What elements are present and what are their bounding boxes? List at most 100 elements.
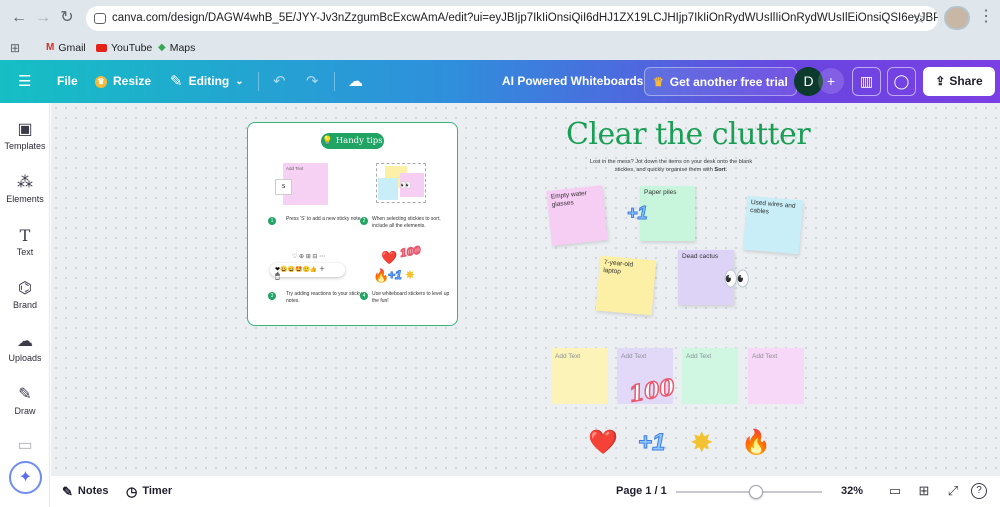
brand-icon: ⌬ (18, 280, 32, 297)
blank-sticky-note[interactable]: Add Text (682, 348, 738, 404)
sticker-100-icon: 100 (398, 245, 422, 261)
sidebar-item-elements[interactable]: ⁂ Elements (0, 172, 50, 204)
add-collaborator-icon[interactable]: + (818, 68, 844, 94)
board-headline[interactable]: Clear the clutter (566, 117, 811, 152)
sidebar-item-draw[interactable]: ✎ Draw (0, 384, 50, 416)
page-view-icon[interactable]: ▭ (886, 482, 904, 500)
tip-text: Use whiteboard stickers to level up the … (372, 291, 450, 304)
tip-text: Try adding reactions to your sticky note… (286, 291, 362, 304)
divider (334, 72, 335, 91)
chevron-down-icon: ⌄ (235, 76, 244, 87)
reload-icon[interactable]: ↻ (56, 7, 78, 29)
fire-sticker-icon: 🔥 (373, 268, 390, 283)
resize-button[interactable]: ♛ Resize (95, 60, 151, 103)
address-bar[interactable]: canva.com/design/DAGW4whB_5E/JYY-Jv3nZzg… (86, 6, 938, 31)
googly-eyes-icon[interactable]: 👀 (723, 266, 750, 292)
zoom-slider-handle[interactable] (749, 485, 764, 499)
sticky-note[interactable]: Paper piles (640, 186, 695, 241)
forward-icon[interactable]: → (32, 7, 54, 29)
sidebar-item-projects[interactable]: ▭ (0, 435, 50, 457)
sticky-note[interactable]: Empty water glasses (546, 185, 608, 246)
heart-sticker-icon[interactable]: ❤️ (588, 431, 618, 455)
bookmarks-bar: ⊞ M Gmail YouTube ◆ Maps (0, 36, 1000, 60)
tip-number: 4 (360, 292, 368, 300)
comment-icon[interactable]: ◯ (887, 67, 916, 96)
handy-tips-card[interactable]: 💡 Handy tips Add Text S 👀 1 Press 'S' to… (247, 122, 458, 326)
elements-icon: ⁂ (17, 174, 33, 191)
undo-icon[interactable]: ↶ (273, 60, 286, 103)
timer-button[interactable]: ◷ Timer (126, 476, 172, 507)
star-sticker-icon[interactable]: ✸ (690, 429, 713, 457)
heart-sticker-icon: ❤️ (381, 250, 398, 265)
share-button[interactable]: ⇪ Share (923, 67, 995, 96)
plus-one-sticker-icon[interactable]: +1 (637, 429, 665, 457)
uploads-icon: ☁ (17, 333, 33, 350)
editing-mode-button[interactable]: ✎ Editing ⌄ (170, 60, 244, 103)
site-info-icon[interactable] (94, 13, 106, 24)
sidebar-item-templates[interactable]: ▣ Templates (0, 119, 50, 151)
reaction-toolbar-icons: ♡ ⊕ ⊞ ⊟ ⋯ (292, 254, 326, 260)
bookmark-gmail[interactable]: M Gmail (46, 40, 86, 56)
tip-number: 2 (360, 217, 368, 225)
crown-icon: ♛ (653, 75, 664, 89)
tip-sticky-blue (378, 178, 398, 200)
draw-icon: ✎ (18, 386, 32, 403)
zoom-percentage[interactable]: 32% (841, 476, 863, 507)
divider (258, 72, 259, 91)
key-s-icon: S (275, 179, 292, 195)
sticky-note[interactable]: 7-year-old laptop (595, 255, 657, 316)
apps-grid-icon[interactable]: ⊞ (10, 40, 20, 56)
tip-text: Press 'S' to add a new sticky note. (286, 216, 362, 222)
sidebar-item-uploads[interactable]: ☁ Uploads (0, 331, 50, 363)
help-icon[interactable]: ? (971, 483, 987, 499)
blank-sticky-note[interactable]: Add Text (551, 348, 607, 404)
maps-icon: ◆ (158, 42, 166, 53)
star-sticker-icon: ✸ (405, 268, 416, 282)
page-indicator[interactable]: Page 1 / 1 (616, 476, 667, 507)
sticky-note[interactable]: Used wires and cables (742, 195, 804, 255)
left-sidebar: ▣ Templates ⁂ Elements T Text ⌬ Brand ☁ Uploa… (0, 103, 50, 507)
insights-chart-icon[interactable]: ▥ (852, 67, 881, 96)
document-title[interactable]: AI Powered Whiteboards (502, 60, 643, 103)
tip-number: 3 (268, 292, 276, 300)
redo-icon[interactable]: ↷ (306, 60, 319, 103)
lightbulb-icon: 💡 (322, 136, 336, 146)
handy-tips-title: 💡 Handy tips (321, 133, 384, 149)
fullscreen-icon[interactable]: ⤢ (944, 482, 962, 500)
text-icon: T (19, 226, 31, 245)
board-subtext[interactable]: Lost in the mess? Jot down the items on … (586, 158, 756, 174)
magic-assistant-button[interactable]: ✦ (9, 461, 42, 494)
url-text: canva.com/design/DAGW4whB_5E/JYY-Jv3nZzg… (112, 12, 938, 24)
cloud-save-icon[interactable]: ☁ (348, 60, 363, 103)
tip-number: 1 (268, 217, 276, 225)
gmail-icon: M (46, 42, 55, 53)
pencil-icon: ✎ (170, 73, 183, 90)
file-menu-button[interactable]: File (57, 60, 78, 103)
reaction-picker: ❤😀😄🤩🙂👍 ＋ (270, 263, 345, 277)
upload-share-icon: ⇪ (935, 74, 946, 88)
back-icon[interactable]: ← (8, 7, 30, 29)
browser-menu-icon[interactable]: ⋮ (978, 6, 994, 28)
notes-button[interactable]: ✎ Notes (62, 476, 108, 507)
plus-one-sticker-icon[interactable]: +1 (627, 203, 649, 224)
free-trial-button[interactable]: ♛ Get another free trial (644, 67, 797, 96)
editor-bottombar: ✎ Notes ◷ Timer Page 1 / 1 32% ▭ ⊞ ⤢ ? (51, 476, 1000, 507)
bookmark-maps[interactable]: ◆ Maps (158, 40, 195, 56)
sidebar-item-brand[interactable]: ⌬ Brand (0, 278, 50, 310)
bookmark-youtube[interactable]: YouTube (96, 40, 152, 56)
editor-topbar: ☰ File ♛ Resize ✎ Editing ⌄ ↶ ↷ ☁ AI Powere… (0, 60, 1000, 103)
whiteboard-canvas[interactable]: 💡 Handy tips Add Text S 👀 1 Press 'S' to… (51, 103, 1000, 476)
main-menu-icon[interactable]: ☰ (18, 60, 31, 103)
crown-icon: ♛ (95, 75, 107, 88)
blank-sticky-note[interactable]: Add Text (748, 348, 804, 404)
browser-toolbar: ← → ↻ canva.com/design/DAGW4whB_5E/JYY-J… (0, 0, 1000, 36)
fire-sticker-icon[interactable]: 🔥 (741, 431, 771, 455)
profile-avatar[interactable] (944, 6, 970, 30)
googly-eyes-icon: 👀 (400, 180, 412, 190)
templates-icon: ▣ (17, 121, 33, 138)
timer-icon: ◷ (126, 484, 138, 499)
grid-view-icon[interactable]: ⊞ (915, 482, 933, 500)
youtube-icon (96, 44, 107, 52)
bookmark-star-icon[interactable]: ☆ (913, 6, 926, 31)
sidebar-item-text[interactable]: T Text (0, 225, 50, 257)
